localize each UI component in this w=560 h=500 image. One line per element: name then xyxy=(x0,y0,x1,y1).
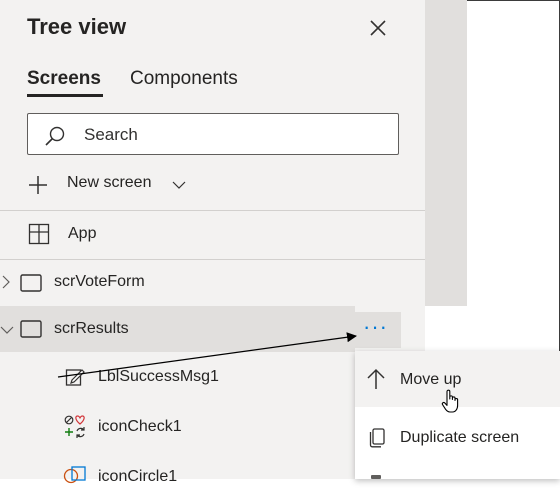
canvas-area xyxy=(467,1,559,351)
chevron-down-icon[interactable] xyxy=(0,325,14,335)
search-input[interactable]: Search xyxy=(27,113,399,155)
screen-icon xyxy=(20,320,42,338)
shape-icon xyxy=(63,466,86,484)
search-placeholder: Search xyxy=(84,125,138,144)
tab-components[interactable]: Components xyxy=(130,68,238,90)
tree-item-iconCheck1[interactable]: iconCheck1 xyxy=(0,404,355,450)
tree-item-label: LblSuccessMsg1 xyxy=(98,368,219,385)
tree-item-iconCircle1[interactable]: iconCircle1 xyxy=(0,454,355,500)
chevron-right-icon[interactable] xyxy=(1,275,11,289)
menu-item-label: Duplicate screen xyxy=(400,429,520,446)
menu-item-partial-icon xyxy=(371,475,381,479)
arrow-up-icon xyxy=(367,368,385,389)
context-menu: Move up Duplicate screen xyxy=(355,351,560,479)
panel-edge xyxy=(425,0,467,306)
tree-item-label: scrVoteForm xyxy=(54,273,145,290)
tree-item-label: iconCheck1 xyxy=(98,418,182,435)
screen-icon xyxy=(20,274,42,292)
tree-item-scrVoteForm[interactable]: scrVoteForm xyxy=(0,260,425,306)
chevron-down-icon[interactable] xyxy=(171,177,187,193)
more-options-button[interactable]: ··· xyxy=(355,312,401,348)
tree-item-app[interactable]: App xyxy=(0,212,425,258)
panel-title: Tree view xyxy=(27,14,127,39)
tree-item-label: App xyxy=(68,225,97,242)
divider xyxy=(0,210,425,211)
tab-screens[interactable]: Screens xyxy=(27,68,101,90)
more-icon: ··· xyxy=(363,314,388,339)
close-icon[interactable] xyxy=(366,16,390,40)
tree-item-LblSuccessMsg1[interactable]: LblSuccessMsg1 xyxy=(0,354,355,400)
menu-item-duplicate-screen[interactable]: Duplicate screen xyxy=(355,409,560,465)
tree-item-label: scrResults xyxy=(54,320,129,337)
menu-item-label: Move up xyxy=(400,371,462,388)
active-tab-indicator xyxy=(27,94,103,97)
app-grid-icon xyxy=(28,223,50,245)
menu-item-move-up[interactable]: Move up xyxy=(355,351,560,413)
duplicate-icon xyxy=(369,428,385,448)
tree-item-scrResults[interactable]: scrResults xyxy=(0,306,355,352)
label-edit-icon xyxy=(65,369,85,386)
icon-control-icon xyxy=(64,415,85,438)
search-icon xyxy=(45,126,65,146)
plus-icon xyxy=(29,176,47,194)
new-screen-label: New screen xyxy=(67,174,152,191)
tree-item-label: iconCircle1 xyxy=(98,468,178,485)
